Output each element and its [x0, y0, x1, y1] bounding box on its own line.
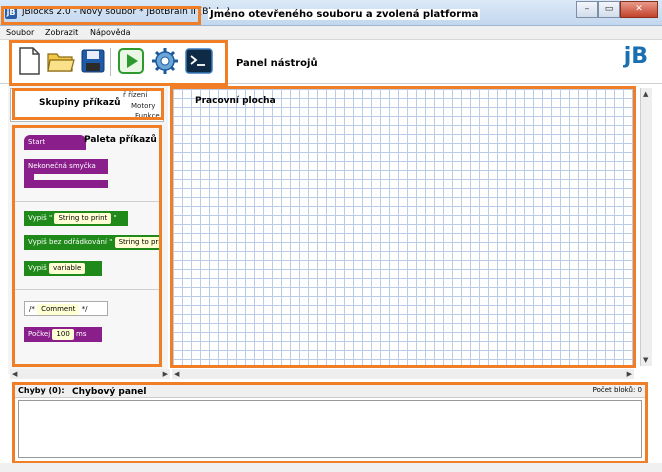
group-tab-motors[interactable]: Motory [131, 102, 155, 110]
scroll-left-icon[interactable]: ◀ [12, 370, 17, 378]
block-print-variable[interactable]: Vypiš variable [24, 261, 102, 276]
title-annotation: Jméno otevřeného souboru a zvolená platf… [208, 9, 481, 20]
terminal-icon[interactable] [184, 46, 214, 76]
block-comment-close: */ [81, 305, 88, 313]
group-tab-functions[interactable]: Funkce [135, 112, 160, 120]
block-wait-value[interactable]: 100 [52, 329, 74, 340]
block-print-label: Vypiš [28, 214, 47, 222]
menu-view[interactable]: Zobrazit [45, 28, 78, 37]
block-loop-label: Nekonečná smyčka [28, 162, 96, 170]
scroll-down-icon[interactable]: ▼ [643, 356, 648, 364]
workspace-vertical-scrollbar[interactable]: ▲ ▼ [640, 88, 652, 366]
palette-divider [14, 201, 162, 202]
block-print-var-label: Vypiš [28, 264, 47, 272]
block-print-value[interactable]: String to print [54, 213, 112, 224]
block-print-no-newline[interactable]: Vypiš bez odřádkování " String to print [24, 235, 162, 250]
workspace-annotation: Pracovní plocha [195, 96, 276, 106]
block-comment[interactable]: /* Comment */ [24, 301, 108, 316]
palette-divider [14, 289, 162, 290]
block-wait-unit: ms [76, 330, 87, 338]
block-wait-label: Počkej [28, 330, 51, 338]
status-bar [0, 463, 662, 472]
workspace-horizontal-scrollbar[interactable]: ◀ ▶ [172, 369, 634, 379]
error-panel-header: Chyby (0): Chybový panel Počet bloků: 0 [14, 384, 646, 398]
title-bar: jB jBlocks 2.0 - Nový soubor * jBotBrain… [0, 0, 662, 26]
group-tab-control[interactable]: ř řízení [123, 91, 147, 99]
palette-horizontal-scrollbar[interactable]: ◀ ▶ [10, 369, 170, 379]
block-print-nl-value[interactable]: String to print [114, 237, 162, 248]
close-button[interactable]: ✕ [620, 1, 658, 18]
scroll-right-icon[interactable]: ▶ [627, 370, 632, 378]
command-palette: Start Paleta příkazů Nekonečná smyčka Vy… [14, 127, 162, 365]
maximize-button[interactable]: ▭ [598, 1, 620, 18]
block-print-quote-close: " [113, 214, 117, 222]
palette-annotation: Paleta příkazů [84, 135, 157, 145]
block-print-nl-label: Vypiš bez odřádkování [28, 238, 107, 246]
minimize-button[interactable]: – [576, 1, 598, 18]
new-file-icon[interactable] [14, 46, 44, 76]
toolbar: Panel nástrojů jB [0, 40, 662, 84]
menu-bar: Soubor Zobrazit Nápověda [0, 26, 662, 40]
block-print[interactable]: Vypiš " String to print " [24, 211, 128, 226]
error-list[interactable] [18, 400, 642, 458]
open-folder-icon[interactable] [46, 46, 76, 76]
block-start[interactable]: Start [24, 135, 86, 150]
menu-file[interactable]: Soubor [6, 28, 34, 37]
run-play-icon[interactable] [116, 46, 146, 76]
workspace-canvas[interactable]: Pracovní plocha [172, 88, 634, 366]
toolbar-separator [110, 48, 111, 76]
scroll-up-icon[interactable]: ▲ [643, 90, 648, 98]
scroll-left-icon[interactable]: ◀ [174, 370, 179, 378]
block-wait[interactable]: Počkej 100 ms [24, 327, 102, 342]
block-print-nl-quote: " [109, 238, 113, 246]
block-start-label: Start [28, 138, 46, 146]
toolbar-annotation: Panel nástrojů [236, 58, 318, 69]
menu-help[interactable]: Nápověda [90, 28, 131, 37]
error-annotation: Chybový panel [72, 387, 147, 397]
app-icon: jB [5, 7, 17, 19]
block-print-var-value[interactable]: variable [49, 263, 86, 274]
settings-gear-icon[interactable] [150, 46, 180, 76]
block-forever-loop[interactable]: Nekonečná smyčka [24, 159, 108, 174]
groups-annotation: Skupiny příkazů [39, 98, 121, 108]
window-controls: – ▭ ✕ [576, 1, 658, 18]
block-comment-open: /* [29, 305, 35, 313]
command-groups: ř řízení Motory Funkce Skupiny příkazů [10, 88, 164, 122]
app-logo: jB [623, 44, 648, 69]
block-loop-end [24, 180, 108, 188]
save-disk-icon[interactable] [78, 46, 108, 76]
block-comment-value[interactable]: Comment [37, 304, 80, 315]
block-print-quote-open: " [49, 214, 53, 222]
block-count: Počet bloků: 0 [592, 386, 642, 394]
error-count: Chyby (0): [18, 386, 65, 395]
scroll-right-icon[interactable]: ▶ [163, 370, 168, 378]
window-title: jBlocks 2.0 - Nový soubor * jBotBrain II… [22, 7, 231, 17]
